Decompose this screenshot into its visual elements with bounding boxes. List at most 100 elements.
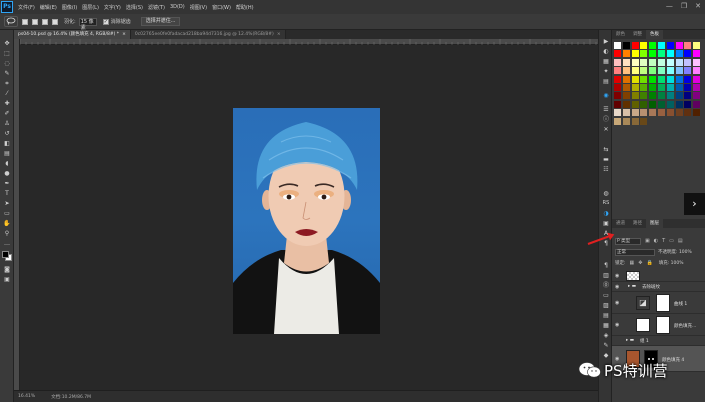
color-swatch[interactable] [675,42,683,49]
color-swatch[interactable] [666,92,674,100]
color-swatch[interactable] [649,92,657,100]
color-swatch[interactable] [658,75,665,83]
close-button[interactable]: ✕ [695,2,701,10]
lock-position-icon[interactable]: ✥ [638,260,642,266]
color-swatch[interactable] [693,100,701,108]
dodge-icon[interactable]: ● [3,170,11,177]
subtract-selection-mode[interactable] [42,18,48,25]
color-swatch[interactable] [658,100,665,108]
color-swatch[interactable] [658,84,665,91]
paths-icon[interactable]: ▣ [602,220,610,227]
color-swatch[interactable] [622,75,630,83]
quick-select-icon[interactable]: ✎ [3,70,11,77]
layer-row[interactable]: ◉ ◪ 曲线 1 [612,292,705,314]
color-swatch[interactable] [658,92,665,100]
color-swatch[interactable] [622,92,630,100]
pen-icon[interactable]: ✒ [3,180,11,187]
color-swatch[interactable] [675,50,683,58]
blend-mode-select[interactable]: 正常 [615,248,655,256]
tab-adjustments[interactable]: 调整 [629,30,646,39]
lasso-tool-preset[interactable] [4,16,18,27]
color-swatch[interactable] [649,109,657,117]
layer-kind-select[interactable]: P 类型 [615,237,641,245]
lasso-icon[interactable]: ◌ [3,60,11,67]
color-swatch[interactable] [622,58,630,66]
smart-filter-icon[interactable]: ▤ [678,238,683,244]
color-swatch[interactable] [649,42,657,49]
history-brush-icon[interactable]: ↺ [3,130,11,137]
color-swatch[interactable] [649,67,657,75]
menu-file[interactable]: 文件(F) [18,4,35,11]
layer-row[interactable]: ◉ [612,270,705,282]
portrait-photo[interactable] [233,108,380,334]
lock-pixels-icon[interactable]: ▦ [630,260,635,266]
tab-paths[interactable]: 路径 [629,219,646,228]
color-swatch[interactable] [640,58,648,66]
menu-window[interactable]: 窗口(W) [212,4,231,11]
color-swatch[interactable] [622,117,630,125]
color-swatch[interactable] [622,42,630,49]
color-swatch[interactable] [693,75,701,83]
navigator-icon[interactable]: ✕ [602,126,610,133]
color-swatch[interactable] [693,109,701,117]
color-swatch[interactable] [684,67,692,75]
color-swatch[interactable] [649,84,657,91]
color-swatch[interactable] [684,84,692,91]
properties-icon[interactable]: ☰ [602,106,610,113]
restore-button[interactable]: ❐ [681,2,687,10]
color-swatch[interactable] [614,42,621,49]
menu-filter[interactable]: 滤镜(T) [148,4,165,11]
menu-image[interactable]: 图像(I) [62,4,77,11]
color-swatch[interactable] [614,92,621,100]
color-swatch[interactable] [622,100,630,108]
shape-filter-icon[interactable]: ▭ [669,238,674,244]
menu-3d[interactable]: 3D(D) [170,4,185,10]
opacity-field[interactable]: 不透明度: 100% [658,249,692,255]
color-swatch[interactable] [631,75,639,83]
text-icon[interactable]: T [3,190,11,197]
color-swatch[interactable] [631,42,639,49]
color-swatch[interactable] [675,67,683,75]
close-icon[interactable]: × [277,32,281,37]
feather-input[interactable]: 15 像素 [78,17,97,31]
color-swatch[interactable] [631,67,639,75]
glyphs-icon[interactable]: ◍ [602,190,610,197]
color-icon[interactable]: ◐ [602,48,610,55]
menu-layer[interactable]: 图层(L) [82,4,99,11]
plugin-icon[interactable]: ◑ [602,210,610,217]
shape-icon[interactable]: ▭ [3,210,11,217]
quick-mask-icon[interactable]: ◙ [3,266,11,273]
tool-presets-icon[interactable]: ▤ [602,312,610,319]
modifier-icon[interactable]: ✎ [602,342,610,349]
color-swatch[interactable] [631,117,639,125]
color-swatch[interactable] [666,67,674,75]
color-swatch[interactable] [684,50,692,58]
color-swatch[interactable] [658,109,665,117]
measurement-icon[interactable]: ▭ [602,292,610,299]
color-swatch[interactable] [622,84,630,91]
color-swatch[interactable] [640,100,648,108]
actions-icon[interactable]: ⇆ [602,146,610,153]
blur-icon[interactable]: ◖ [3,160,11,167]
eye-icon[interactable]: ◉ [615,284,619,290]
screen-mode-icon[interactable]: ▣ [3,276,11,283]
color-swatch[interactable] [684,58,692,66]
tab-color[interactable]: 颜色 [612,30,629,39]
color-swatch[interactable] [666,84,674,91]
more-tools-icon[interactable]: … [3,240,11,247]
layer-row[interactable]: ◉ 颜色填充... [612,314,705,336]
color-swatch[interactable] [622,109,630,117]
color-swatch[interactable] [640,75,648,83]
color-swatch[interactable] [658,67,665,75]
color-swatch[interactable] [640,109,648,117]
color-swatch[interactable] [640,50,648,58]
clone-stamp-icon[interactable]: ♙ [3,120,11,127]
minimize-button[interactable]: — [666,2,673,10]
tab-document-2[interactable]: 0c02765ee0fe0fadacad218ba94d7316.jpg @ 1… [130,30,286,39]
tab-channels[interactable]: 通道 [612,219,629,228]
notes-icon[interactable]: ⓪ [602,282,610,289]
color-swatch[interactable] [684,92,692,100]
device-preview-icon[interactable]: ▦ [602,322,610,329]
zoom-icon[interactable]: ⚲ [3,230,11,237]
adjustment-filter-icon[interactable]: ◐ [654,238,658,244]
